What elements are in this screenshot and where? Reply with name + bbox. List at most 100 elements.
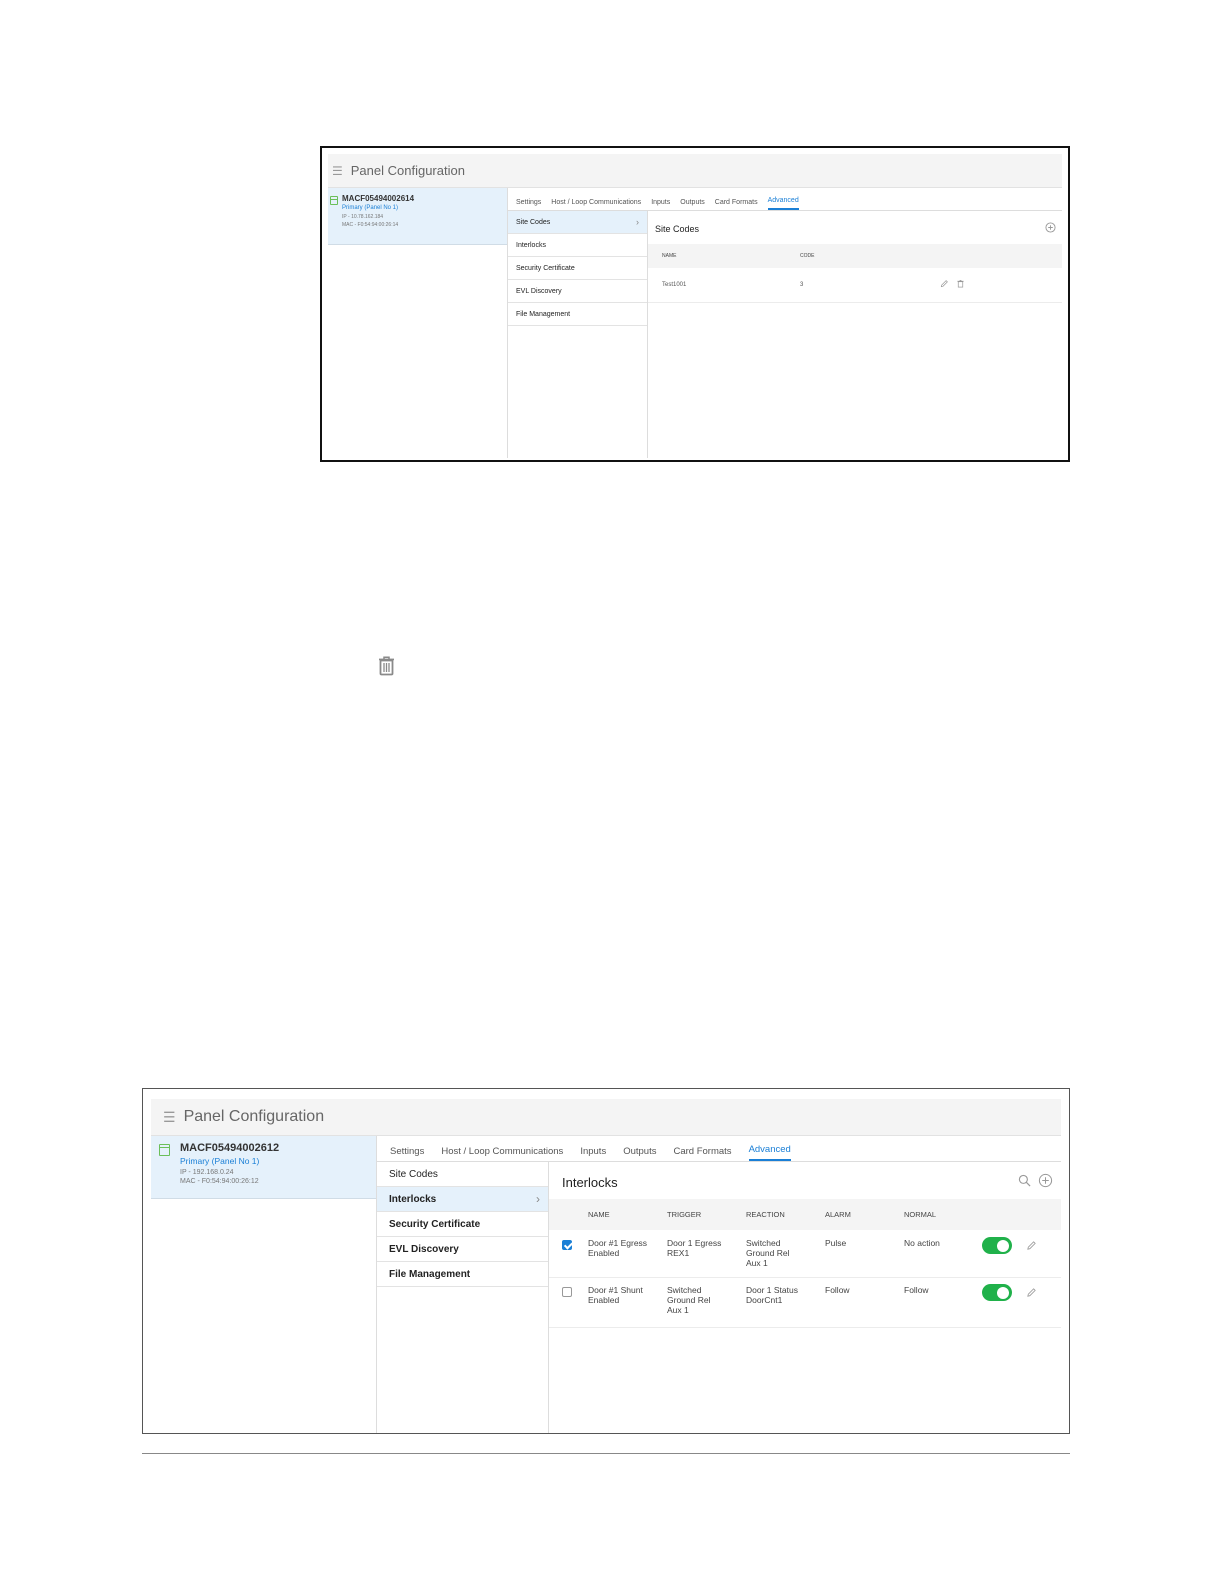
row-alarm: Follow: [825, 1285, 850, 1295]
submenu-evl-discovery[interactable]: EVL Discovery: [377, 1237, 548, 1262]
enable-toggle[interactable]: [982, 1284, 1012, 1301]
content-title: Site Codes: [655, 224, 700, 234]
panel-sidebar: MACF05494002614 Primary (Panel No 1) IP …: [328, 188, 508, 458]
pencil-icon[interactable]: [1026, 1287, 1037, 1300]
page-divider: [142, 1453, 1070, 1454]
table-row[interactable]: Test1001 3: [648, 268, 1062, 303]
submenu-label: File Management: [389, 1268, 471, 1280]
trash-icon: [377, 655, 396, 681]
submenu-security-certificate[interactable]: Security Certificate: [377, 1212, 548, 1237]
row-name: Test1001: [662, 282, 687, 288]
column-header-code: CODE: [800, 253, 815, 259]
column-header-normal: NORMAL: [904, 1210, 937, 1219]
tab-settings[interactable]: Settings: [516, 199, 541, 210]
enable-toggle[interactable]: [982, 1237, 1012, 1254]
tab-outputs[interactable]: Outputs: [623, 1146, 656, 1161]
tab-inputs[interactable]: Inputs: [651, 199, 670, 210]
submenu-label: Site Codes: [516, 218, 551, 226]
tab-host-loop-communications[interactable]: Host / Loop Communications: [551, 199, 641, 210]
tab-settings[interactable]: Settings: [390, 1146, 424, 1161]
panel-ip: IP - 10.78.162.184: [342, 214, 384, 220]
table-row[interactable]: Door #1 Shunt Enabled Switched Ground Re…: [549, 1277, 1061, 1328]
table-header: NAME TRIGGER REACTION ALARM NORMAL: [549, 1199, 1061, 1230]
advanced-submenu: Site Codes › Interlocks Security Certifi…: [508, 211, 648, 458]
row-trigger: Door 1 Egress REX1: [667, 1238, 722, 1258]
row-name: Door #1 Shunt Enabled: [588, 1285, 643, 1305]
config-tabs: Settings Host / Loop Communications Inpu…: [377, 1136, 1061, 1162]
submenu-label: Site Codes: [389, 1168, 438, 1180]
interlocks-screenshot: ☰ Panel Configuration MACF05494002612 Pr…: [142, 1088, 1070, 1434]
submenu-file-management[interactable]: File Management: [377, 1262, 548, 1287]
row-normal: Follow: [904, 1285, 929, 1295]
trash-icon[interactable]: [956, 279, 965, 290]
chevron-right-icon: ›: [536, 1192, 540, 1206]
column-header-alarm: ALARM: [825, 1210, 851, 1219]
hamburger-icon[interactable]: ☰: [163, 1109, 176, 1126]
submenu-file-management[interactable]: File Management: [508, 303, 647, 326]
panel-icon: [159, 1144, 170, 1156]
panel-icon: [330, 196, 338, 205]
row-alarm: Pulse: [825, 1238, 847, 1248]
row-normal: No action: [904, 1238, 940, 1248]
table-row[interactable]: Door #1 Egress Enabled Door 1 Egress REX…: [549, 1230, 1061, 1278]
submenu-interlocks[interactable]: Interlocks ›: [377, 1187, 548, 1212]
page-title: Panel Configuration: [350, 163, 465, 178]
submenu-label: Security Certificate: [389, 1218, 481, 1230]
submenu-site-codes[interactable]: Site Codes ›: [508, 211, 647, 234]
advanced-submenu: Site Codes Interlocks › Security Certifi…: [377, 1162, 549, 1433]
search-icon[interactable]: [1018, 1174, 1031, 1192]
row-code: 3: [800, 282, 804, 288]
submenu-label: EVL Discovery: [516, 287, 562, 295]
submenu-label: Security Certificate: [516, 264, 575, 272]
panel-role: Primary (Panel No 1): [342, 205, 399, 211]
column-header-name: NAME: [662, 253, 677, 259]
submenu-label: Interlocks: [389, 1193, 437, 1205]
interlocks-content: Interlocks NAME TRIGGER REACTION ALARM N…: [549, 1162, 1061, 1433]
panel-role: Primary (Panel No 1): [180, 1156, 260, 1166]
tab-card-formats[interactable]: Card Formats: [673, 1146, 731, 1161]
plus-circle-icon[interactable]: [1038, 1173, 1053, 1193]
row-name: Door #1 Egress Enabled: [588, 1238, 648, 1258]
plus-circle-icon[interactable]: [1045, 220, 1056, 238]
tab-card-formats[interactable]: Card Formats: [715, 199, 758, 210]
column-header-trigger: TRIGGER: [667, 1210, 702, 1219]
chevron-right-icon: ›: [636, 217, 639, 227]
table-header: NAME CODE: [648, 244, 1062, 268]
submenu-security-certificate[interactable]: Security Certificate: [508, 257, 647, 280]
submenu-site-codes[interactable]: Site Codes: [377, 1162, 548, 1187]
hamburger-icon[interactable]: ☰: [332, 164, 343, 178]
pencil-icon[interactable]: [940, 279, 949, 290]
submenu-label: EVL Discovery: [389, 1243, 459, 1255]
panel-name: MACF05494002614: [342, 194, 415, 203]
row-checkbox[interactable]: [562, 1240, 572, 1250]
panel-item[interactable]: MACF05494002614 Primary (Panel No 1) IP …: [328, 188, 507, 245]
panel-sidebar: MACF05494002612 Primary (Panel No 1) IP …: [151, 1136, 377, 1433]
panel-mac: MAC - F0:54:94:00:26:14: [342, 222, 399, 228]
column-header-reaction: REACTION: [746, 1210, 785, 1219]
submenu-label: Interlocks: [516, 241, 546, 249]
submenu-label: File Management: [516, 310, 571, 318]
page-header: ☰ Panel Configuration: [151, 1099, 1061, 1136]
row-checkbox[interactable]: [562, 1287, 572, 1297]
panel-mac: MAC - F0:54:94:00:26:12: [180, 1178, 259, 1185]
tab-advanced[interactable]: Advanced: [767, 197, 799, 210]
panel-name: MACF05494002612: [180, 1142, 280, 1154]
row-reaction: Door 1 Status DoorCnt1: [746, 1285, 798, 1305]
content-title: Interlocks: [562, 1175, 618, 1190]
tab-advanced[interactable]: Advanced: [748, 1144, 791, 1161]
panel-ip: IP - 192.168.0.24: [180, 1169, 234, 1176]
tab-inputs[interactable]: Inputs: [580, 1146, 606, 1161]
submenu-evl-discovery[interactable]: EVL Discovery: [508, 280, 647, 303]
tab-outputs[interactable]: Outputs: [680, 199, 705, 210]
row-reaction: Switched Ground Rel Aux 1: [746, 1238, 790, 1268]
page-title: Panel Configuration: [183, 1108, 325, 1125]
page-header: ☰ Panel Configuration: [328, 154, 1062, 188]
submenu-interlocks[interactable]: Interlocks: [508, 234, 647, 257]
column-header-name: NAME: [588, 1210, 610, 1219]
pencil-icon[interactable]: [1026, 1240, 1037, 1253]
site-codes-content: Site Codes NAME CODE Test1001 3: [648, 211, 1062, 458]
site-codes-screenshot: ☰ Panel Configuration MACF05494002614 Pr…: [320, 146, 1070, 462]
panel-item[interactable]: MACF05494002612 Primary (Panel No 1) IP …: [151, 1136, 376, 1199]
tab-host-loop-communications[interactable]: Host / Loop Communications: [441, 1146, 563, 1161]
config-tabs: Settings Host / Loop Communications Inpu…: [508, 188, 1062, 211]
